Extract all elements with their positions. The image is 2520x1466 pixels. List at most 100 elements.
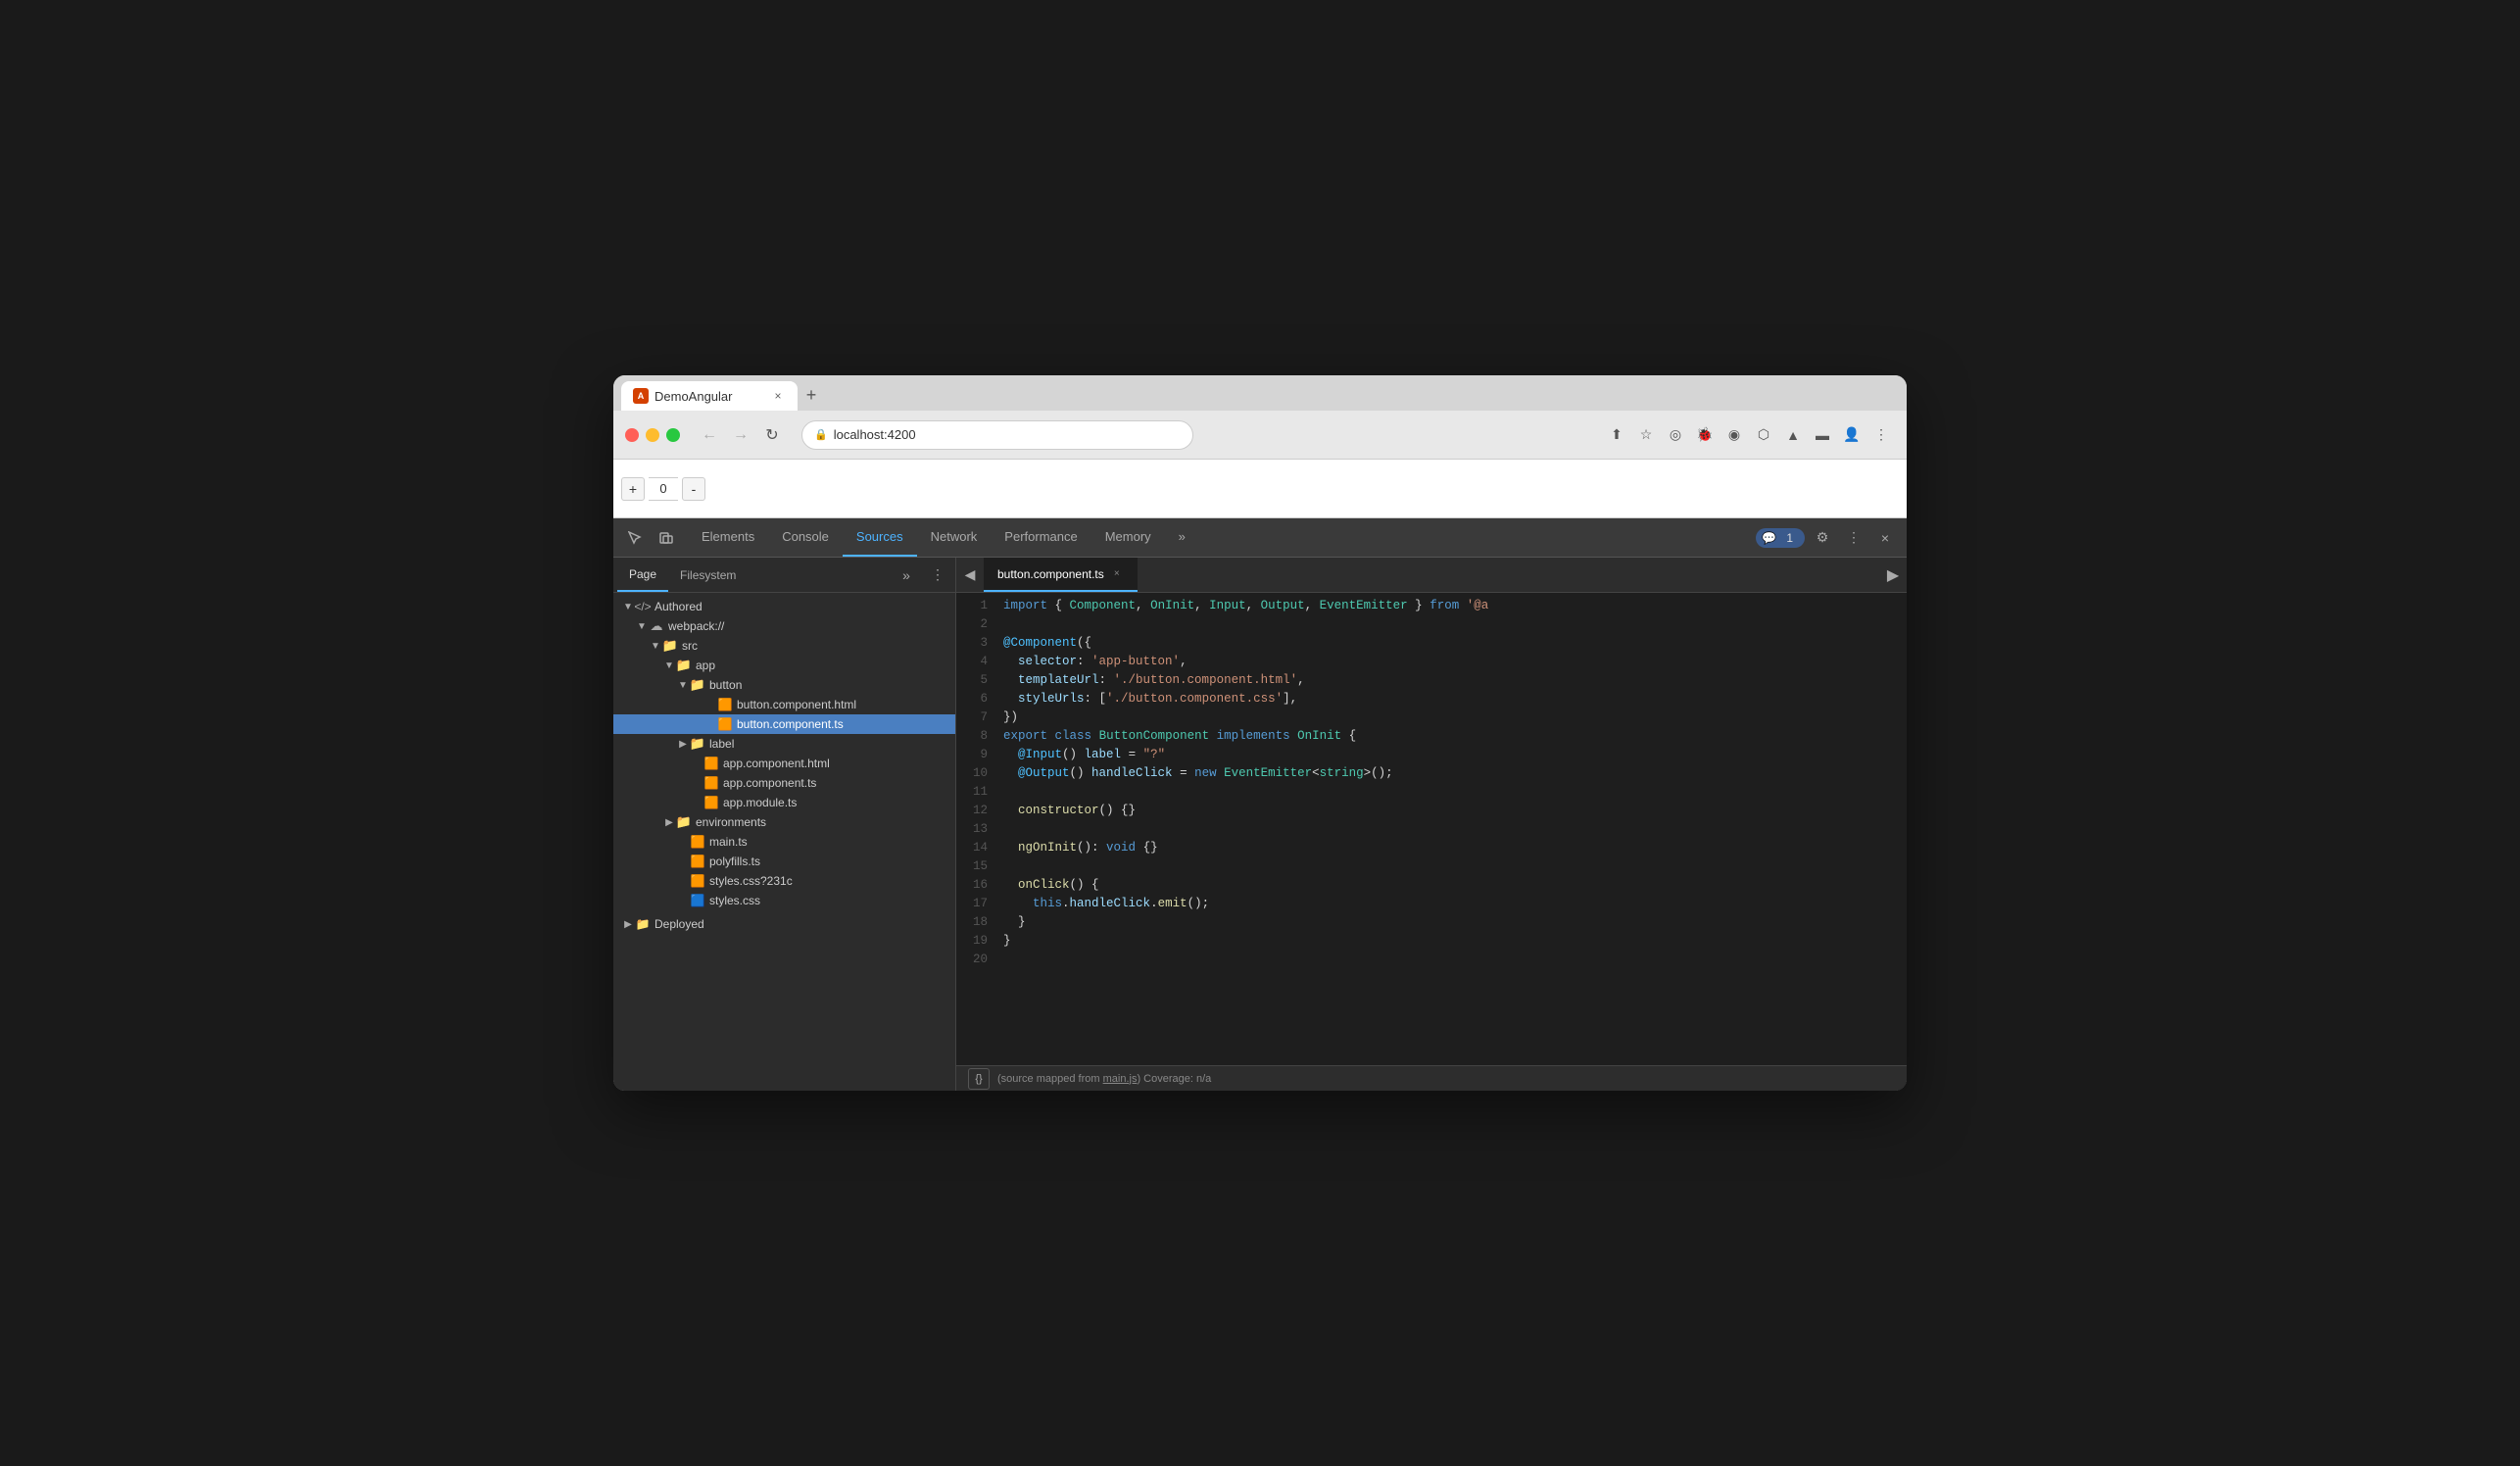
tab-elements[interactable]: Elements [688, 518, 768, 557]
share-icon[interactable]: ⬆ [1603, 421, 1630, 449]
address-text: localhost:4200 [834, 427, 916, 442]
devtools-main: Page Filesystem » ⋮ [613, 558, 1907, 1091]
close-devtools-icon[interactable]: × [1871, 524, 1899, 552]
file-tree-more-tabs-icon[interactable]: » [893, 562, 920, 589]
tree-webpack[interactable]: ▼ ☁ webpack:// [613, 616, 955, 636]
code-token: () {} [1099, 804, 1137, 817]
main-ts-icon: 🟧 [690, 834, 705, 850]
authored-code-icon: </> [635, 599, 651, 614]
back-button[interactable]: ← [696, 421, 723, 449]
code-content: import { Component, OnInit, Input, Outpu… [995, 593, 1907, 1065]
code-line: selector: 'app-button', [1003, 653, 1899, 671]
styles-css-label: styles.css [709, 894, 760, 907]
main-js-link[interactable]: main.js [1103, 1073, 1138, 1085]
pretty-print-button[interactable]: {} [968, 1068, 990, 1090]
element-picker-icon[interactable] [621, 524, 649, 552]
tab-title: DemoAngular [654, 389, 733, 404]
tab-close-button[interactable]: × [770, 388, 786, 404]
tab-performance[interactable]: Performance [991, 518, 1090, 557]
button-ts-label: button.component.ts [737, 717, 844, 731]
tree-main-ts[interactable]: ▶ 🟧 main.ts [613, 832, 955, 852]
address-bar[interactable]: 🔒 localhost:4200 [801, 420, 1193, 450]
line-number: 6 [964, 690, 988, 709]
file-tree-options-icon[interactable]: ⋮ [924, 562, 951, 589]
editor-active-tab[interactable]: button.component.ts × [984, 558, 1138, 592]
tree-src[interactable]: ▼ 📁 src [613, 636, 955, 656]
extension5-icon[interactable]: ▲ [1779, 421, 1807, 449]
forward-button[interactable]: → [727, 421, 754, 449]
close-button[interactable] [625, 428, 639, 442]
code-token: from [1430, 599, 1459, 612]
browser-window: A DemoAngular × + ← → ↻ 🔒 localhost:4200… [613, 375, 1907, 1091]
page-area: + 0 - [613, 460, 1907, 518]
zoom-in-button[interactable]: + [621, 477, 645, 501]
tree-app[interactable]: ▼ 📁 app [613, 656, 955, 675]
editor-back-panel-icon[interactable]: ◀ [956, 562, 984, 589]
code-token: , [1136, 599, 1150, 612]
tree-environments[interactable]: ▶ 📁 environments [613, 812, 955, 832]
settings-icon[interactable]: ⚙ [1809, 524, 1836, 552]
tab-network[interactable]: Network [917, 518, 992, 557]
tree-app-module[interactable]: ▶ 🟧 app.module.ts [613, 793, 955, 812]
environments-arrow: ▶ [662, 815, 676, 829]
new-tab-button[interactable]: + [798, 381, 825, 409]
tab-more[interactable]: » [1165, 518, 1199, 557]
devtools: Elements Console Sources Network Perform… [613, 518, 1907, 1091]
minimize-button[interactable] [646, 428, 659, 442]
tab-memory[interactable]: Memory [1091, 518, 1165, 557]
code-area[interactable]: 1234567891011121314151617181920 import {… [956, 593, 1907, 1065]
label-folder-arrow: ▶ [676, 737, 690, 751]
console-badge[interactable]: 💬 1 [1756, 528, 1805, 548]
extension2-icon[interactable]: 🐞 [1691, 421, 1719, 449]
code-token [1217, 766, 1225, 780]
browser-tab[interactable]: A DemoAngular × [621, 381, 798, 411]
tree-button-folder[interactable]: ▼ 📁 button [613, 675, 955, 695]
app-module-icon: 🟧 [703, 795, 719, 810]
zoom-out-button[interactable]: - [682, 477, 705, 501]
code-token: @Component [1003, 636, 1077, 650]
tree-label-folder[interactable]: ▶ 📁 label [613, 734, 955, 754]
code-token: : [1099, 673, 1114, 687]
tab-sources[interactable]: Sources [843, 518, 917, 557]
line-number: 11 [964, 783, 988, 802]
more-options-icon[interactable]: ⋮ [1840, 524, 1867, 552]
bookmark-icon[interactable]: ☆ [1632, 421, 1660, 449]
tab-console[interactable]: Console [768, 518, 843, 557]
editor-tab-close-button[interactable]: × [1110, 567, 1124, 581]
code-token: new [1194, 766, 1217, 780]
tab-favicon: A [633, 388, 649, 404]
file-tree-tabs: Page Filesystem » ⋮ [613, 558, 955, 593]
file-tree-tab-page[interactable]: Page [617, 558, 668, 592]
code-token: EventEmitter [1224, 766, 1312, 780]
extension3-icon[interactable]: ◉ [1720, 421, 1748, 449]
device-mode-icon[interactable] [653, 524, 680, 552]
extension4-icon[interactable]: ⬡ [1750, 421, 1777, 449]
tree-styles-hash[interactable]: ▶ 🟧 styles.css?231c [613, 871, 955, 891]
app-html-icon: 🟧 [703, 756, 719, 771]
line-number: 16 [964, 876, 988, 895]
tree-styles-css[interactable]: ▶ 🟦 styles.css [613, 891, 955, 910]
tree-button-ts[interactable]: ▶ 🟧 button.component.ts [613, 714, 955, 734]
tree-app-ts[interactable]: ▶ 🟧 app.component.ts [613, 773, 955, 793]
tree-polyfills[interactable]: ▶ 🟧 polyfills.ts [613, 852, 955, 871]
code-token: , [1246, 599, 1261, 612]
code-token: . [1150, 897, 1158, 910]
menu-icon[interactable]: ⋮ [1867, 421, 1895, 449]
tree-authored[interactable]: ▼ </> Authored [613, 597, 955, 616]
tree-button-html[interactable]: ▶ 🟧 button.component.html [613, 695, 955, 714]
sources-panel: Page Filesystem » ⋮ [613, 558, 1907, 1091]
maximize-button[interactable] [666, 428, 680, 442]
tree-app-html[interactable]: ▶ 🟧 app.component.html [613, 754, 955, 773]
line-number: 3 [964, 634, 988, 653]
tree-deployed[interactable]: ▶ 📁 Deployed [613, 914, 955, 934]
line-number: 10 [964, 764, 988, 783]
extension1-icon[interactable]: ◎ [1662, 421, 1689, 449]
sidebar-icon[interactable]: ▬ [1809, 421, 1836, 449]
profile-icon[interactable]: 👤 [1838, 421, 1866, 449]
code-token: @Input [1018, 748, 1062, 761]
code-token: , [1180, 655, 1187, 668]
editor-forward-panel-icon[interactable]: ▶ [1879, 562, 1907, 589]
code-line: this.handleClick.emit(); [1003, 895, 1899, 913]
file-tree-tab-filesystem[interactable]: Filesystem [668, 558, 748, 592]
reload-button[interactable]: ↻ [758, 421, 786, 449]
